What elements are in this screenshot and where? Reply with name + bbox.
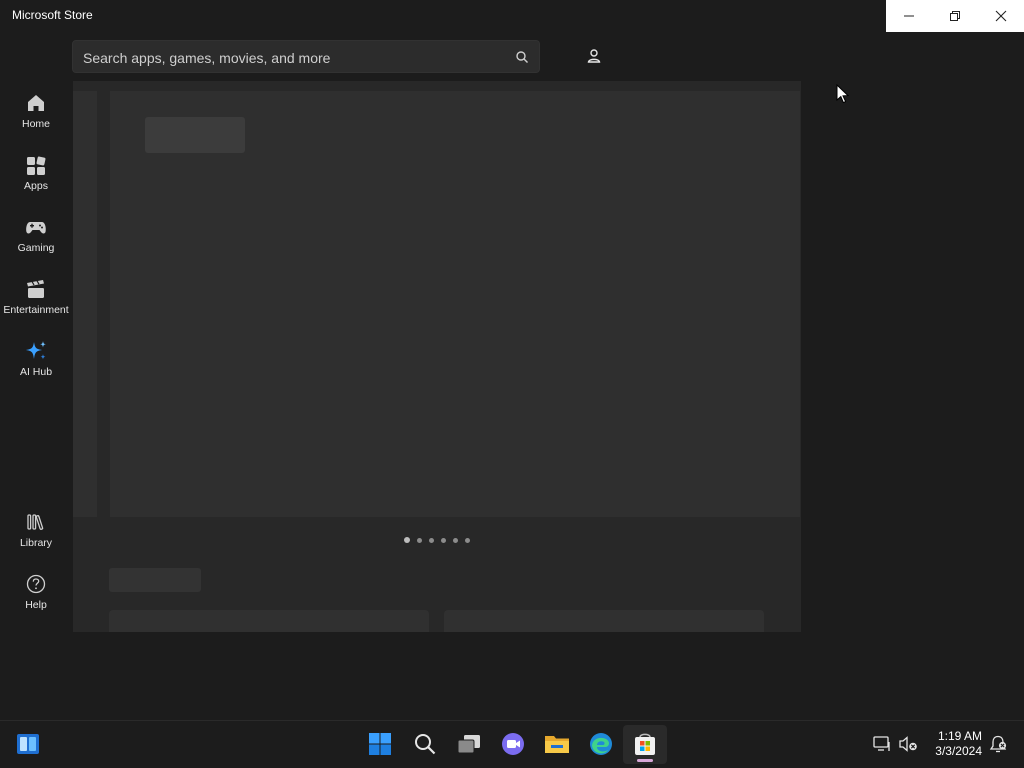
clapperboard-icon	[27, 280, 44, 298]
carousel-dot[interactable]	[465, 538, 470, 543]
sidebar-item-home[interactable]: Home	[0, 92, 72, 148]
sidebar-item-label: Home	[21, 118, 50, 130]
widgets-icon	[17, 734, 39, 754]
hero-title-placeholder	[145, 117, 245, 153]
mouse-cursor-icon	[836, 84, 850, 104]
active-app-indicator	[637, 759, 653, 762]
sidebar-item-label: Help	[25, 599, 47, 611]
account-icon	[587, 49, 601, 63]
clock-time: 1:19 AM	[937, 729, 982, 743]
edge-icon	[590, 733, 612, 755]
edge-button[interactable]	[587, 730, 615, 758]
hero-previous-slide[interactable]	[73, 91, 97, 517]
sidebar-item-ai-hub[interactable]: AI Hub	[0, 340, 72, 396]
sidebar-item-label: AI Hub	[19, 366, 53, 378]
library-icon	[27, 514, 44, 530]
search-icon[interactable]	[515, 50, 529, 64]
widgets-button[interactable]	[14, 730, 42, 758]
card-placeholder	[109, 610, 429, 632]
home-icon	[28, 95, 44, 111]
minimize-icon	[904, 15, 914, 17]
gamepad-icon	[26, 222, 46, 234]
carousel-dot[interactable]	[453, 538, 458, 543]
sidebar-item-label: Library	[19, 537, 53, 549]
minimize-button[interactable]	[886, 0, 932, 32]
taskbar-clock[interactable]: 1:19 AM 3/3/2024	[920, 729, 982, 759]
sidebar-item-label: Apps	[24, 180, 48, 192]
search-input[interactable]: Search apps, games, movies, and more	[83, 50, 330, 66]
store-icon	[635, 733, 655, 755]
sidebar-item-entertainment[interactable]: Entertainment	[0, 278, 72, 334]
task-view-icon	[457, 735, 480, 754]
title-bar	[0, 0, 1024, 32]
chat-button[interactable]	[499, 730, 527, 758]
apps-icon	[27, 156, 46, 175]
hero-banner-placeholder[interactable]	[110, 91, 800, 517]
restore-icon	[950, 11, 960, 21]
notification-icon	[989, 735, 1007, 753]
help-icon	[26, 574, 46, 594]
sidebar-item-help[interactable]: Help	[0, 573, 72, 629]
sidebar-item-gaming[interactable]: Gaming	[0, 216, 72, 272]
task-view-button[interactable]	[455, 730, 483, 758]
sidebar-item-label: Gaming	[17, 242, 55, 254]
caption-buttons	[886, 0, 1024, 32]
file-explorer-button[interactable]	[543, 730, 571, 758]
start-icon	[369, 733, 391, 755]
sidebar-item-apps[interactable]: Apps	[0, 154, 72, 210]
carousel-dot[interactable]	[417, 538, 422, 543]
start-button[interactable]	[366, 730, 394, 758]
sparkle-icon	[26, 341, 46, 360]
display-icon	[873, 736, 890, 751]
clock-date: 3/3/2024	[935, 744, 982, 758]
volume-muted-icon	[899, 736, 917, 752]
carousel-dot[interactable]	[404, 537, 410, 543]
window-title: Microsoft Store	[12, 8, 93, 22]
notification-button[interactable]	[984, 730, 1012, 758]
restore-button[interactable]	[932, 0, 978, 32]
close-button[interactable]	[978, 0, 1024, 32]
sidebar-item-label: Entertainment	[3, 304, 69, 316]
tray-display-button[interactable]	[868, 730, 896, 758]
chat-icon	[502, 733, 524, 755]
account-button[interactable]	[578, 40, 610, 72]
sidebar-item-library[interactable]: Library	[0, 511, 72, 567]
tray-volume-button[interactable]	[894, 730, 922, 758]
carousel-dot[interactable]	[429, 538, 434, 543]
section-title-placeholder	[109, 568, 201, 592]
search-icon	[415, 734, 436, 755]
taskbar-search-button[interactable]	[411, 730, 439, 758]
file-explorer-icon	[545, 736, 569, 753]
close-icon	[995, 10, 1007, 22]
carousel-dot[interactable]	[441, 538, 446, 543]
store-button[interactable]	[631, 730, 659, 758]
search-box[interactable]: Search apps, games, movies, and more	[72, 40, 540, 73]
card-placeholder	[444, 610, 764, 632]
